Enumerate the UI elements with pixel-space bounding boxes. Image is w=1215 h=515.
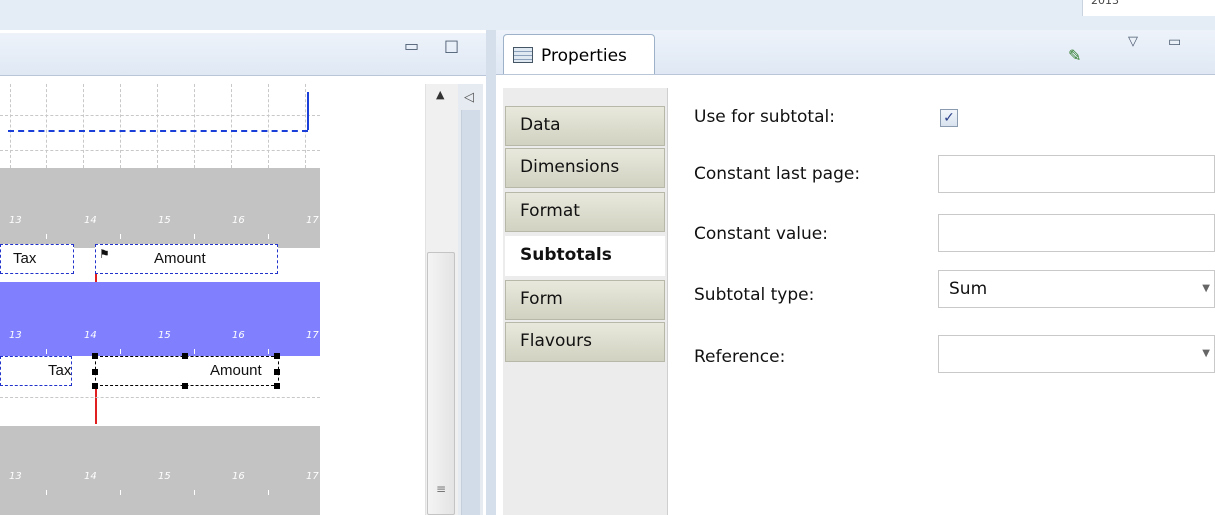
palette-bar — [461, 110, 480, 515]
ruler-label: 17 — [306, 330, 319, 341]
ruler-label: 14 — [84, 471, 97, 482]
grid-line — [83, 84, 84, 168]
ruler-label: 13 — [9, 471, 22, 482]
subtotal-type-select[interactable]: Sum ▼ — [938, 270, 1215, 308]
resize-handle[interactable] — [92, 353, 98, 359]
ruler-tick — [194, 349, 195, 354]
minimize-icon[interactable]: ▭ — [1168, 34, 1181, 50]
tab-subtotals[interactable]: Subtotals — [505, 236, 665, 276]
reference-select[interactable]: ▼ — [938, 335, 1215, 373]
grid-line — [305, 84, 306, 168]
tax-field[interactable]: Tax — [0, 244, 74, 274]
tab-data[interactable]: Data — [505, 106, 665, 146]
anchor-marker — [95, 274, 97, 282]
amount-field-label: Amount — [154, 250, 206, 267]
subtotal-type-value: Sum — [949, 279, 988, 299]
anchor-marker — [95, 389, 97, 424]
grid-line — [0, 150, 320, 151]
constant-value-input[interactable] — [938, 214, 1215, 252]
page-margin-line — [8, 130, 308, 132]
window-top-strip — [0, 0, 1215, 30]
ruler-label: 13 — [9, 330, 22, 341]
pin-icon[interactable]: ✎ — [1068, 46, 1081, 65]
grid-line — [157, 84, 158, 168]
band-detail[interactable] — [0, 282, 320, 356]
amount-field[interactable]: Amount ⚑ — [95, 244, 278, 274]
reference-label: Reference: — [694, 347, 786, 367]
ruler-tick — [46, 490, 47, 495]
ruler-label: 13 — [9, 215, 22, 226]
grid-line — [0, 115, 320, 116]
tax-field-detail[interactable]: Tax — [0, 356, 72, 386]
dropdown-arrow-icon: ▼ — [1202, 348, 1210, 359]
ruler-tick — [120, 490, 121, 495]
grid-line — [10, 84, 11, 168]
ruler-tick — [268, 490, 269, 495]
resize-handle[interactable] — [182, 383, 188, 389]
use-for-subtotal-label: Use for subtotal: — [694, 107, 835, 127]
ruler-label: 15 — [158, 471, 171, 482]
collapse-left-icon[interactable]: ◁ — [464, 90, 474, 105]
dropdown-arrow-icon: ▼ — [1202, 283, 1210, 294]
view-menu-icon[interactable]: ▽ — [1128, 34, 1138, 49]
constant-last-page-label: Constant last page: — [694, 164, 861, 184]
ruler-label: 15 — [158, 330, 171, 341]
top-field-value: 2013 — [1091, 0, 1119, 7]
scroll-up-icon[interactable]: ▲ — [436, 88, 444, 101]
resize-handle[interactable] — [92, 369, 98, 375]
ruler-label: 15 — [158, 215, 171, 226]
flag-icon: ⚑ — [99, 247, 110, 261]
grid-line — [194, 84, 195, 168]
subtotal-type-label: Subtotal type: — [694, 285, 815, 305]
ruler-tick — [120, 234, 121, 239]
ruler-label: 14 — [84, 330, 97, 341]
ruler-tick — [46, 234, 47, 239]
constant-value-label: Constant value: — [694, 224, 828, 244]
thumb-grip-icon: ≡ — [436, 482, 447, 496]
view-divider[interactable] — [486, 30, 496, 515]
resize-handle[interactable] — [274, 383, 280, 389]
resize-handle[interactable] — [182, 353, 188, 359]
ruler-label: 14 — [84, 215, 97, 226]
ruler-tick — [194, 234, 195, 239]
properties-tab-label: Properties — [541, 46, 627, 66]
ruler-tick — [268, 234, 269, 239]
ruler-label: 16 — [232, 215, 245, 226]
amount-field-detail-label: Amount — [210, 362, 262, 379]
ruler-label: 16 — [232, 330, 245, 341]
tab-flavours[interactable]: Flavours — [505, 322, 665, 362]
grid-line — [231, 84, 232, 168]
maximize-icon[interactable]: □ — [444, 36, 459, 55]
ruler-label: 17 — [306, 471, 319, 482]
tab-properties[interactable]: Properties — [503, 34, 655, 74]
resize-handle[interactable] — [274, 369, 280, 375]
report-canvas[interactable]: 13 14 15 16 17 Tax Amount ⚑ 13 14 15 16 … — [0, 84, 320, 515]
properties-icon — [513, 47, 533, 63]
ruler-label: 16 — [232, 471, 245, 482]
ruler-tick — [268, 349, 269, 354]
ruler-tick — [46, 349, 47, 354]
ruler-tick — [120, 349, 121, 354]
minimize-icon[interactable]: ▭ — [404, 36, 419, 55]
tax-field-detail-label: Tax — [48, 362, 72, 379]
grid-line — [0, 397, 320, 398]
ruler-tick — [194, 490, 195, 495]
check-icon: ✓ — [943, 110, 955, 126]
page-margin-line — [307, 92, 309, 130]
ruler-label: 17 — [306, 215, 319, 226]
tax-field-label: Tax — [13, 250, 37, 267]
tab-form[interactable]: Form — [505, 280, 665, 320]
constant-last-page-input[interactable] — [938, 155, 1215, 193]
scrollbar-thumb[interactable] — [427, 252, 455, 515]
top-field[interactable]: 2013 — [1082, 0, 1215, 16]
grid-line — [46, 84, 47, 168]
resize-handle[interactable] — [274, 353, 280, 359]
grid-line — [268, 84, 269, 168]
amount-field-detail-selected[interactable]: Amount — [95, 356, 279, 386]
use-for-subtotal-checkbox[interactable]: ✓ — [940, 109, 958, 127]
band-header[interactable] — [0, 168, 320, 248]
grid-line — [120, 84, 121, 168]
tab-format[interactable]: Format — [505, 192, 665, 232]
tab-dimensions[interactable]: Dimensions — [505, 148, 665, 188]
